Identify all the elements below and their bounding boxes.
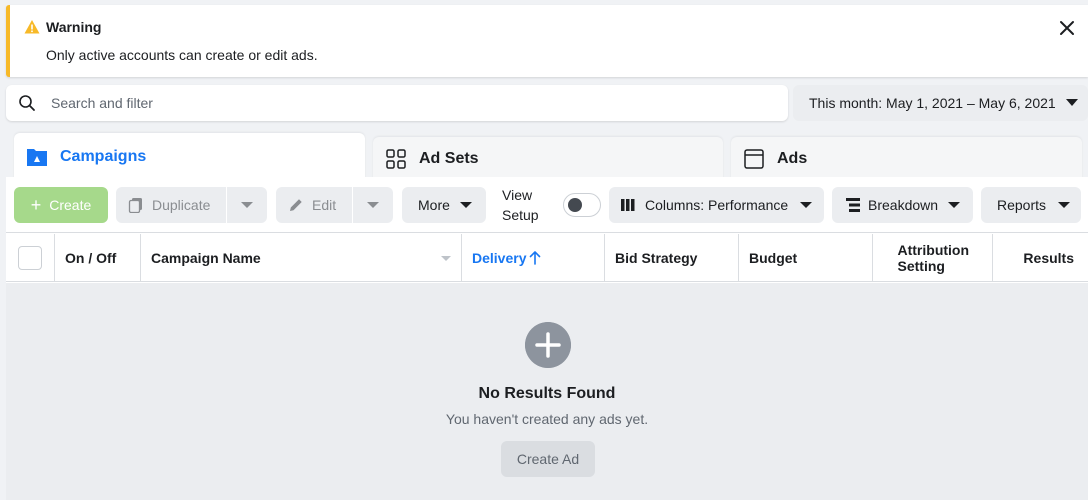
column-label: Attribution Setting [897, 242, 970, 274]
more-label: More [418, 197, 450, 213]
chevron-down-icon [948, 202, 961, 208]
warning-icon [24, 20, 40, 34]
tab-ad-sets[interactable]: Ad Sets [373, 137, 723, 181]
create-button[interactable]: + Create [14, 187, 108, 223]
chevron-down-icon [1066, 99, 1078, 106]
breakdown-button[interactable]: Breakdown [832, 187, 973, 223]
duplicate-label: Duplicate [152, 197, 211, 213]
chevron-down-icon [1058, 202, 1071, 208]
date-range-label: This month: May 1, 2021 – May 6, 2021 [809, 95, 1056, 111]
search-input[interactable] [51, 91, 771, 115]
column-on-off[interactable]: On / Off [55, 234, 141, 282]
tab-label: Ad Sets [419, 150, 479, 167]
column-label: Budget [749, 250, 798, 266]
select-all-checkbox[interactable] [18, 246, 42, 270]
create-label: Create [49, 197, 92, 213]
empty-subtitle: You haven't created any ads yet. [445, 411, 649, 427]
reports-button[interactable]: Reports [981, 187, 1081, 223]
select-all-cell [6, 234, 55, 282]
column-label: Campaign Name [151, 250, 261, 266]
table-header: On / Off Campaign Name Delivery Bid Stra… [6, 234, 1088, 282]
campaigns-panel: + Create Duplicate Edit More View Setup … [6, 177, 1088, 500]
view-setup-label: View Setup [502, 185, 539, 225]
tab-label: Campaigns [60, 148, 147, 165]
date-range-picker[interactable]: This month: May 1, 2021 – May 6, 2021 [793, 85, 1088, 121]
tab-label: Ads [777, 150, 808, 167]
chevron-down-icon [441, 256, 451, 261]
view-setup-line2: Setup [502, 207, 539, 223]
toolbar: + Create Duplicate Edit More View Setup … [6, 177, 1088, 233]
ad-window-icon [744, 149, 764, 169]
tab-campaigns[interactable]: Campaigns [14, 133, 365, 181]
column-budget[interactable]: Budget [739, 234, 873, 282]
column-campaign-name[interactable]: Campaign Name [141, 234, 462, 282]
column-label: Delivery [472, 250, 527, 266]
edit-dropdown-button[interactable] [353, 187, 393, 223]
empty-state: No Results Found You haven't created any… [6, 283, 1088, 500]
chevron-down-icon [241, 202, 253, 208]
search-bar [6, 85, 788, 121]
breakdown-label: Breakdown [868, 197, 939, 213]
toggle-knob [568, 198, 582, 212]
column-bid-strategy[interactable]: Bid Strategy [605, 234, 739, 282]
duplicate-dropdown-button[interactable] [227, 187, 267, 223]
column-delivery[interactable]: Delivery [462, 234, 605, 282]
sort-ascending-icon [530, 251, 541, 265]
chevron-down-icon [800, 202, 813, 208]
pencil-icon [290, 199, 302, 211]
plus-icon: + [30, 195, 42, 215]
more-button[interactable]: More [402, 187, 486, 223]
breakdown-icon [846, 198, 860, 212]
add-circle-icon [525, 322, 571, 368]
chevron-down-icon [459, 202, 472, 208]
duplicate-icon [128, 198, 142, 213]
column-label: Results [1023, 250, 1074, 266]
close-icon[interactable] [1056, 17, 1078, 39]
reports-label: Reports [997, 197, 1047, 213]
column-label: On / Off [65, 250, 117, 266]
search-icon [19, 95, 35, 111]
create-ad-label: Create Ad [516, 451, 580, 467]
chevron-down-icon [367, 202, 379, 208]
columns-label: Columns: Performance [645, 197, 789, 213]
empty-title: No Results Found [478, 385, 616, 402]
warning-banner: Warning Only active accounts can create … [6, 5, 1088, 77]
columns-icon [621, 199, 635, 211]
warning-message: Only active accounts can create or edit … [46, 47, 318, 63]
duplicate-button[interactable]: Duplicate [116, 187, 226, 223]
edit-button[interactable]: Edit [276, 187, 352, 223]
warning-title: Warning [46, 19, 102, 35]
tab-ads[interactable]: Ads [731, 137, 1082, 181]
columns-button[interactable]: Columns: Performance [609, 187, 824, 223]
grid-icon [386, 149, 406, 169]
column-label: Bid Strategy [615, 250, 698, 266]
folder-icon [27, 149, 47, 166]
create-ad-button[interactable]: Create Ad [501, 441, 595, 477]
column-results[interactable]: Results [993, 234, 1088, 282]
column-attribution-setting[interactable]: Attribution Setting [873, 234, 993, 282]
view-setup-toggle[interactable] [563, 193, 601, 217]
edit-label: Edit [312, 197, 337, 213]
view-setup-line1: View [502, 187, 533, 203]
